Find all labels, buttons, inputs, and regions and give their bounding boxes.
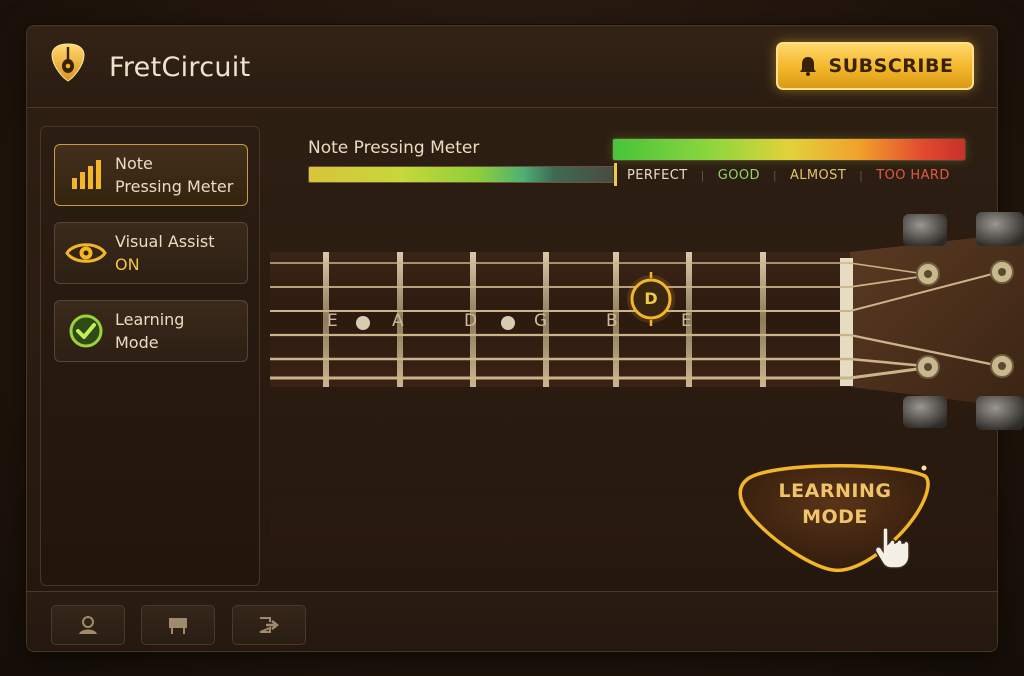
sidebar-item-label: Visual Assist ON [115, 232, 215, 274]
bar-chart-icon [63, 152, 109, 198]
sidebar-item-label: Note Pressing Meter [115, 154, 234, 196]
learning-mode-line1: LEARNING [778, 480, 892, 502]
learning-mode-button[interactable]: LEARNING MODE [735, 460, 935, 575]
string-label: A [392, 311, 405, 331]
sidebar-item-visual-assist[interactable]: Visual Assist ON [54, 222, 248, 284]
string-label: G [534, 311, 549, 331]
pointer-hand-icon [874, 527, 910, 569]
app-brand-title: FretCircuit [109, 52, 251, 83]
bell-icon [799, 57, 816, 76]
target-note-label: D [644, 289, 658, 308]
check-circle-icon [63, 308, 109, 354]
scale-label-too-hard: TOO HARD [876, 168, 950, 183]
string-label: D [464, 311, 479, 331]
string-label: E [681, 311, 693, 331]
header: FretCircuit SUBSCRIBE [27, 26, 997, 108]
scale-label-good: GOOD [717, 168, 760, 183]
exit-button[interactable] [232, 605, 306, 645]
subscribe-label: SUBSCRIBE [828, 55, 954, 77]
guitar-pick-logo-icon [51, 43, 85, 82]
sidebar: Note Pressing Meter Visual Assist ON Lea… [40, 126, 260, 586]
scale-label-perfect: PERFECT [627, 168, 688, 183]
sidebar-item-learning-mode[interactable]: Learning Mode [54, 300, 248, 362]
profile-button[interactable] [51, 605, 125, 645]
string-label: B [606, 311, 619, 331]
pressure-scale-bar [612, 138, 966, 161]
sidebar-item-label: Learning Mode [115, 310, 185, 352]
chord-icon [169, 618, 187, 634]
bottom-toolbar [27, 591, 997, 651]
chord-button[interactable] [141, 605, 215, 645]
string-label: E [327, 311, 339, 331]
note-pressing-meter-bar [308, 166, 616, 183]
learning-mode-line2: MODE [802, 506, 868, 528]
eye-icon [63, 230, 109, 276]
main-panel: Note Pressing Meter PERFECT | GOOD | ALM… [271, 126, 997, 503]
subscribe-button[interactable]: SUBSCRIBE [776, 42, 974, 90]
meter-needle [614, 163, 617, 186]
profile-icon [79, 616, 97, 634]
scale-label-almost: ALMOST [789, 168, 847, 183]
sidebar-item-note-pressing-meter[interactable]: Note Pressing Meter [54, 144, 248, 206]
meter-title: Note Pressing Meter [308, 138, 480, 158]
pressure-scale-labels: PERFECT | GOOD | ALMOST | TOO HARD [627, 168, 950, 183]
exit-icon [259, 617, 280, 633]
